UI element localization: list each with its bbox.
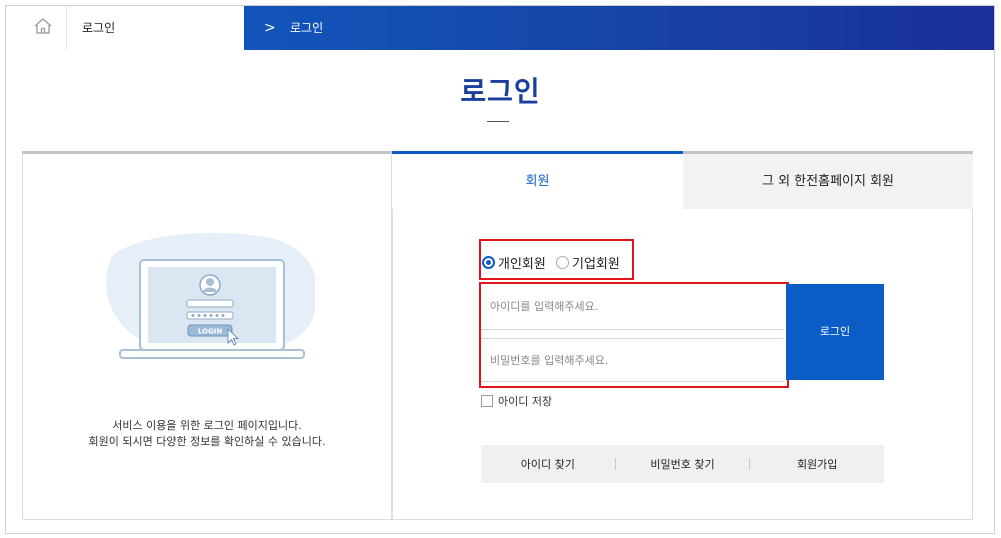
radio-individual-label: 개인회원 bbox=[498, 257, 546, 272]
find-password-link[interactable]: 비밀번호 찾기 bbox=[616, 456, 750, 472]
radio-business[interactable]: 기업회원 bbox=[556, 253, 620, 272]
breadcrumb-separator-icon: > bbox=[264, 20, 276, 36]
id-input[interactable]: 아이디를 입력해주세요. bbox=[481, 284, 784, 330]
home-icon bbox=[33, 17, 53, 39]
login-button[interactable]: 로그인 bbox=[786, 284, 884, 380]
signup-link[interactable]: 회원가입 bbox=[750, 456, 884, 472]
radio-individual[interactable]: 개인회원 bbox=[482, 253, 546, 272]
info-description-line1: 서비스 이용을 위한 로그인 페이지입니다. bbox=[112, 419, 302, 432]
info-description: 서비스 이용을 위한 로그인 페이지입니다. 회원이 되시면 다양한 정보를 확… bbox=[22, 418, 392, 450]
tab-other-kepco-member[interactable]: 그 외 한전홈페이지 회원 bbox=[683, 151, 973, 209]
breadcrumb-current: 로그인 bbox=[290, 21, 324, 35]
save-id-checkbox[interactable]: 아이디 저장 bbox=[481, 393, 552, 409]
tab-member[interactable]: 회원 bbox=[392, 151, 683, 209]
find-id-link[interactable]: 아이디 찾기 bbox=[481, 456, 615, 472]
checkbox-icon bbox=[481, 395, 493, 407]
radio-selected-icon bbox=[482, 256, 495, 269]
illustration-login-text: LOGIN bbox=[198, 328, 223, 336]
breadcrumb-section[interactable]: 로그인 bbox=[82, 6, 115, 50]
save-id-label: 아이디 저장 bbox=[498, 395, 553, 408]
info-description-line2: 회원이 되시면 다양한 정보를 확인하실 수 있습니다. bbox=[88, 435, 326, 448]
radio-business-label: 기업회원 bbox=[572, 257, 620, 272]
home-button[interactable] bbox=[20, 6, 67, 50]
title-divider bbox=[487, 121, 509, 122]
radio-unselected-icon bbox=[556, 256, 569, 269]
login-illustration: LOGIN bbox=[100, 228, 318, 372]
page-title: 로그인 bbox=[460, 75, 541, 108]
password-input[interactable]: 비밀번호를 입력해주세요. bbox=[481, 338, 784, 382]
account-links: 아이디 찾기 비밀번호 찾기 회원가입 bbox=[481, 445, 884, 483]
